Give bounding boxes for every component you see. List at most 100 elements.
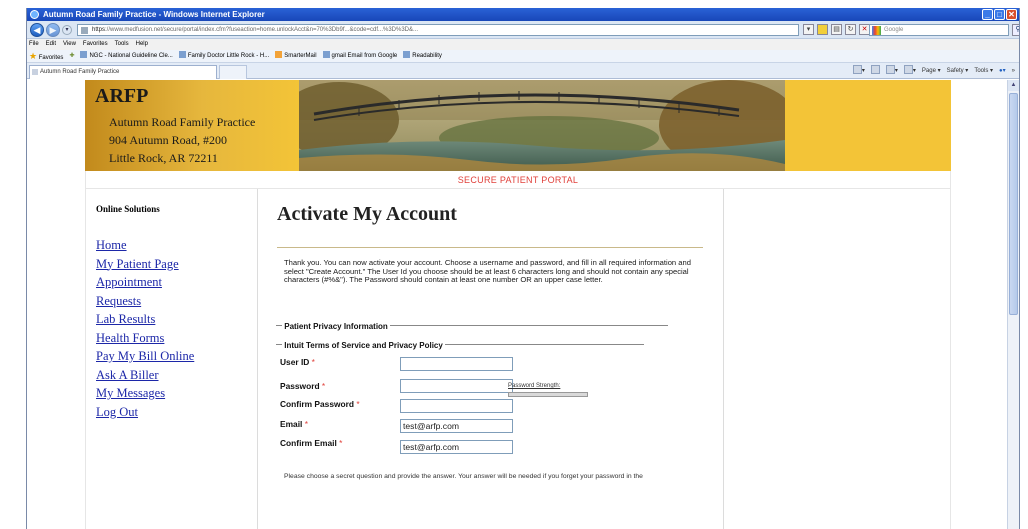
main-panel: Activate My Account Thank you. You can n… <box>257 189 724 529</box>
address-row: ◀ ▶ ▾ https://www.medfusion.net/secure/p… <box>27 21 1019 39</box>
sidebar-item-log-out[interactable]: Log Out <box>96 403 256 422</box>
section-terms-label: Intuit Terms of Service and Privacy Poli… <box>284 341 443 350</box>
required-mark: * <box>321 381 326 391</box>
star-icon: ★ <box>29 51 38 61</box>
page-menu[interactable]: Page ▾ <box>922 65 941 77</box>
legend-rule <box>276 325 282 326</box>
user-id-label: User ID * <box>280 357 315 367</box>
user-id-field[interactable] <box>400 357 513 371</box>
safety-menu[interactable]: Safety ▾ <box>947 65 969 77</box>
menu-file[interactable]: File <box>29 39 39 50</box>
window-controls: _ □ ✕ <box>982 9 1017 20</box>
help-icon[interactable]: ●▾ <box>999 65 1006 77</box>
window-title: Autumn Road Family Practice - Windows In… <box>43 10 265 19</box>
email-label: Email * <box>280 419 308 429</box>
sidebar-item-pay-my-bill[interactable]: Pay My Bill Online <box>96 347 256 366</box>
command-bar: ▾ ▾ ▾ Page ▾ Safety ▾ Tools ▾ ●▾ » <box>852 65 1015 77</box>
secret-question-text: Please choose a secret question and prov… <box>284 473 643 480</box>
confirm-password-field[interactable] <box>400 399 513 413</box>
browser-window: Autumn Road Family Practice - Windows In… <box>26 8 1020 529</box>
tab-page-icon <box>32 69 38 75</box>
password-strength-meter <box>508 392 588 397</box>
menu-view[interactable]: View <box>63 39 76 50</box>
address-bar[interactable]: https://www.medfusion.net/secure/portal/… <box>77 24 799 36</box>
title-divider <box>277 247 703 248</box>
favorite-link[interactable]: gmail Email from Google <box>322 50 397 62</box>
forward-icon[interactable]: ▶ <box>46 23 60 37</box>
close-icon[interactable]: ✕ <box>1006 9 1017 20</box>
password-field[interactable] <box>400 379 513 393</box>
site-icon <box>178 51 186 58</box>
address-dropdown-icon[interactable]: ▾ <box>803 24 814 35</box>
google-icon <box>872 26 881 35</box>
sidebar-item-appointment[interactable]: Appointment <box>96 273 256 292</box>
site-icon <box>275 51 283 58</box>
lock-icon[interactable] <box>817 24 828 35</box>
address-line-1: 904 Autumn Road, #200 <box>109 133 228 147</box>
confirm-email-field[interactable]: test@arfp.com <box>400 440 513 454</box>
title-bar: Autumn Road Family Practice - Windows In… <box>27 8 1019 21</box>
confirm-email-label: Confirm Email * <box>280 438 343 448</box>
new-tab-button[interactable] <box>219 65 247 79</box>
sidebar-item-my-messages[interactable]: My Messages <box>96 384 256 403</box>
more-icon[interactable]: » <box>1012 65 1015 77</box>
sidebar-item-requests[interactable]: Requests <box>96 292 256 311</box>
scroll-thumb[interactable] <box>1009 93 1018 315</box>
sidebar-nav: Home My Patient Page Appointment Request… <box>96 236 256 421</box>
site-icon <box>322 51 330 58</box>
back-icon[interactable]: ◀ <box>30 23 44 37</box>
sidebar-item-ask-a-biller[interactable]: Ask A Biller <box>96 366 256 385</box>
page-icon <box>81 27 88 34</box>
section-terms[interactable]: Intuit Terms of Service and Privacy Poli… <box>276 341 645 350</box>
tools-menu[interactable]: Tools ▾ <box>974 65 993 77</box>
required-mark: * <box>304 419 308 429</box>
favorite-link[interactable]: SmarterMail <box>275 50 317 62</box>
site-header: ARFP Autumn Road Family Practice 904 Aut… <box>85 80 951 171</box>
mail-icon[interactable]: ▾ <box>885 65 898 77</box>
password-strength-label: Password Strength: <box>508 383 561 389</box>
menu-help[interactable]: Help <box>136 39 148 50</box>
favorites-button[interactable]: ★ Favorites <box>29 50 63 62</box>
brand-logo[interactable]: ARFP <box>95 85 148 108</box>
sidebar-item-home[interactable]: Home <box>96 236 256 255</box>
page-scrollbar[interactable]: ▲ <box>1007 80 1019 529</box>
page-viewport: ARFP Autumn Road Family Practice 904 Aut… <box>27 80 1008 529</box>
minimize-icon[interactable]: _ <box>982 9 993 20</box>
banner-image <box>299 80 785 171</box>
intro-text: Thank you. You can now activate your acc… <box>284 258 691 285</box>
password-label: Password * <box>280 381 326 391</box>
search-icon[interactable]: ⚲ <box>1012 24 1019 36</box>
menu-favorites[interactable]: Favorites <box>83 39 108 50</box>
email-field[interactable]: test@arfp.com <box>400 419 513 433</box>
legend-rule <box>445 344 645 345</box>
add-to-favorites-icon[interactable]: ✚ <box>69 50 74 62</box>
menu-edit[interactable]: Edit <box>46 39 56 50</box>
refresh-icon[interactable]: ↻ <box>845 24 856 35</box>
compatibility-icon[interactable]: ▤ <box>831 24 842 35</box>
favorite-link[interactable]: Readability <box>403 50 442 62</box>
maximize-icon[interactable]: □ <box>994 9 1005 20</box>
favorite-link[interactable]: Family Doctor Little Rock - H... <box>178 50 269 62</box>
home-icon[interactable]: ▾ <box>852 65 865 77</box>
sidebar-item-health-forms[interactable]: Health Forms <box>96 329 256 348</box>
legend-rule <box>276 344 282 345</box>
section-privacy[interactable]: Patient Privacy Information <box>276 322 669 331</box>
search-input[interactable]: Google ⚲ <box>869 24 1019 36</box>
tab-active[interactable]: Autumn Road Family Practice <box>29 65 217 79</box>
print-icon[interactable]: ▾ <box>903 65 916 77</box>
feeds-icon[interactable] <box>870 65 880 77</box>
confirm-password-label: Confirm Password * <box>280 399 360 409</box>
sidebar-heading: Online Solutions <box>96 204 160 214</box>
sidebar-item-lab-results[interactable]: Lab Results <box>96 310 256 329</box>
menu-tools[interactable]: Tools <box>115 39 129 50</box>
required-mark: * <box>339 438 343 448</box>
tab-row: Autumn Road Family Practice ▾ ▾ ▾ Page ▾… <box>27 63 1019 79</box>
ie-icon <box>30 10 39 19</box>
favorite-link[interactable]: NGC - National Guideline Cle... <box>80 50 173 62</box>
sidebar-item-my-patient-page[interactable]: My Patient Page <box>96 255 256 274</box>
recent-pages-dropdown-icon[interactable]: ▾ <box>62 25 72 35</box>
practice-name: Autumn Road Family Practice <box>109 115 256 129</box>
portal-label: SECURE PATIENT PORTAL <box>457 175 579 185</box>
scroll-up-icon[interactable]: ▲ <box>1008 80 1019 91</box>
sidebar: Online Solutions Home My Patient Page Ap… <box>96 204 256 421</box>
